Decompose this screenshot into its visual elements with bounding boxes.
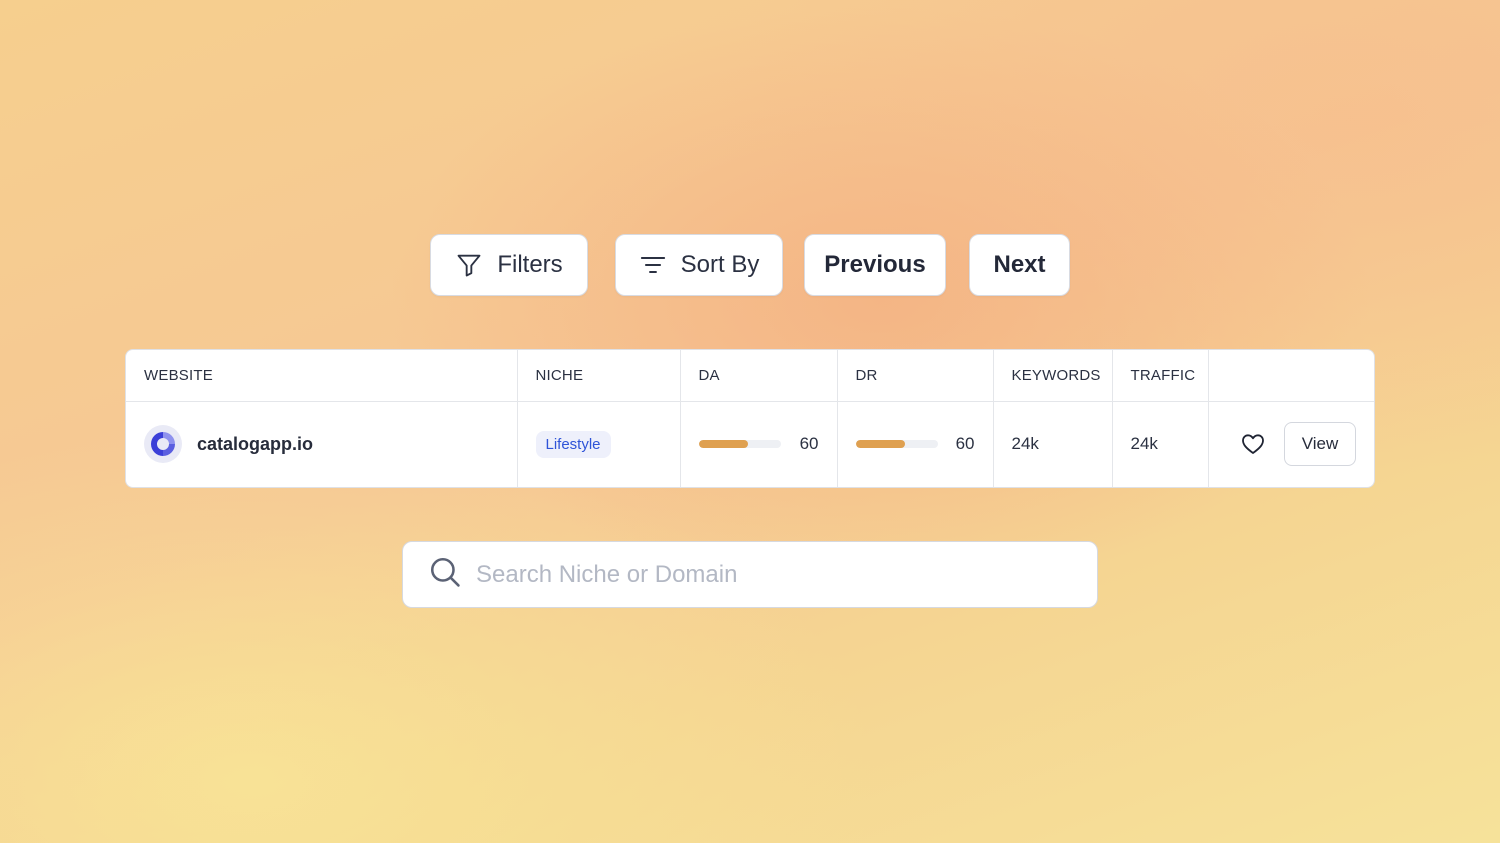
search-icon xyxy=(428,555,462,594)
catalogapp-logo-icon xyxy=(144,425,182,464)
previous-button[interactable]: Previous xyxy=(804,234,946,296)
filters-label: Filters xyxy=(497,251,563,278)
traffic-cell: 24k xyxy=(1112,401,1209,487)
column-header-da[interactable]: DA xyxy=(680,350,838,402)
filters-button[interactable]: Filters xyxy=(430,234,588,296)
search-input[interactable] xyxy=(476,560,1036,589)
column-header-actions xyxy=(1208,350,1374,402)
view-button[interactable]: View xyxy=(1284,422,1356,467)
heart-icon[interactable] xyxy=(1241,433,1265,455)
da-value: 60 xyxy=(799,434,819,454)
dr-value: 60 xyxy=(955,434,975,454)
da-progress-bar xyxy=(698,440,781,449)
website-cell: catalogapp.io xyxy=(126,401,518,487)
filter-funnel-icon xyxy=(455,251,483,279)
da-progress-fill xyxy=(698,440,748,449)
sort-by-label: Sort By xyxy=(680,251,760,278)
column-header-niche[interactable]: NICHE xyxy=(517,350,681,402)
column-header-traffic[interactable]: TRAFFIC xyxy=(1112,350,1209,402)
website-name[interactable]: catalogapp.io xyxy=(197,434,313,455)
column-header-website[interactable]: WEBSITE xyxy=(126,350,518,402)
dr-progress-fill xyxy=(855,440,905,449)
next-label: Next xyxy=(993,251,1046,278)
actions-cell: View xyxy=(1208,401,1374,487)
niche-cell: Lifestyle xyxy=(517,401,681,487)
websites-table-card: WEBSITE NICHE DA DR KEYWORDS TRAFFIC cat… xyxy=(125,349,1375,488)
keywords-cell: 24k xyxy=(993,401,1113,487)
sort-lines-icon xyxy=(639,251,667,279)
dr-cell: 60 xyxy=(837,401,994,487)
next-button[interactable]: Next xyxy=(969,234,1070,296)
search-bar[interactable] xyxy=(402,541,1098,608)
column-header-dr[interactable]: DR xyxy=(837,350,994,402)
table-header-row: WEBSITE NICHE DA DR KEYWORDS TRAFFIC xyxy=(126,350,1374,402)
table-row: catalogapp.io Lifestyle 60 60 24k 24k Vi… xyxy=(126,401,1374,487)
sort-by-button[interactable]: Sort By xyxy=(615,234,783,296)
niche-badge: Lifestyle xyxy=(535,430,611,458)
previous-label: Previous xyxy=(824,251,926,278)
column-header-keywords[interactable]: KEYWORDS xyxy=(993,350,1113,402)
dr-progress-bar xyxy=(855,440,938,449)
da-cell: 60 xyxy=(680,401,838,487)
websites-table: WEBSITE NICHE DA DR KEYWORDS TRAFFIC cat… xyxy=(126,350,1374,487)
